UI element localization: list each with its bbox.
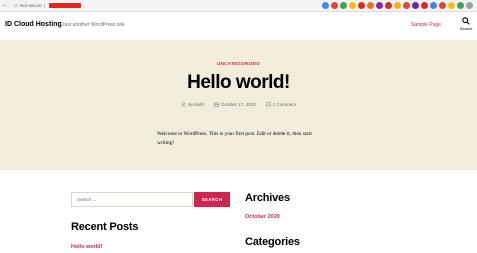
extension-icon[interactable]	[466, 2, 473, 9]
extension-icon[interactable]	[322, 2, 329, 9]
post-author: By kkdh	[181, 102, 204, 107]
extension-icon[interactable]	[430, 2, 437, 9]
archives-title: Archives	[245, 192, 290, 204]
user-icon	[181, 102, 186, 107]
search-toggle-button[interactable]: Search	[458, 17, 474, 31]
address-separator: |	[43, 3, 45, 8]
post-title[interactable]: Hello world!	[0, 72, 477, 94]
post-category[interactable]: UNCATEGORIZED	[0, 61, 477, 66]
extension-icon[interactable]	[358, 2, 365, 9]
site-header: ID Cloud Hosting Just another WordPress …	[0, 12, 477, 40]
recent-posts-title: Recent Posts	[71, 221, 139, 233]
extension-icon[interactable]	[439, 2, 446, 9]
extension-icon[interactable]	[367, 2, 374, 9]
comment-icon	[266, 102, 271, 107]
extension-icon[interactable]	[340, 2, 347, 9]
search-form: Search ... SEARCH	[71, 192, 230, 207]
post-content: Welcome to WordPress. This is your first…	[157, 131, 312, 146]
browser-toolbar: ← ⚠ Not secure |	[0, 0, 477, 12]
menu-item-sample-page[interactable]: Sample Page	[411, 22, 441, 28]
post-date-text[interactable]: October 17, 2020	[221, 102, 256, 107]
categories-title: Categories	[245, 236, 300, 248]
site-description: Just another WordPress site	[62, 22, 125, 28]
search-icon	[462, 17, 470, 25]
calendar-icon	[214, 102, 219, 107]
post-author-text[interactable]: By kkdh	[188, 102, 204, 107]
post-date: October 17, 2020	[214, 102, 256, 107]
browser-nav: ←	[2, 2, 11, 8]
security-label: Not secure	[20, 3, 42, 8]
post-comments-text[interactable]: 1 Comment	[273, 102, 296, 107]
warning-icon: ⚠	[14, 2, 19, 8]
extension-icon[interactable]	[448, 2, 455, 9]
search-submit-button[interactable]: SEARCH	[194, 192, 230, 207]
post-header: UNCATEGORIZED Hello world! By kkdh Octob…	[0, 40, 477, 170]
post-meta: By kkdh October 17, 2020 1 Comment	[0, 102, 477, 107]
extension-icon[interactable]	[394, 2, 401, 9]
archive-link[interactable]: October 2020	[245, 214, 280, 220]
extension-icon[interactable]	[385, 2, 392, 9]
extension-icon[interactable]	[412, 2, 419, 9]
extension-icon[interactable]	[349, 2, 356, 9]
extension-icon[interactable]	[376, 2, 383, 9]
search-input[interactable]: Search ...	[71, 192, 193, 207]
extension-icon[interactable]	[421, 2, 428, 9]
redacted-url	[48, 3, 81, 8]
post-comments: 1 Comment	[266, 102, 296, 107]
search-toggle-label: Search	[459, 26, 473, 31]
extension-icon[interactable]	[331, 2, 338, 9]
site-title[interactable]: ID Cloud Hosting	[5, 21, 62, 28]
address-bar[interactable]: ⚠ Not secure |	[14, 1, 334, 10]
recent-post-link[interactable]: Hello world!	[71, 244, 102, 250]
extensions-bar	[322, 2, 473, 9]
footer-widgets: Search ... SEARCH Recent Posts Hello wor…	[0, 170, 477, 253]
back-icon[interactable]: ←	[2, 2, 8, 8]
extension-icon[interactable]	[403, 2, 410, 9]
extension-icon[interactable]	[457, 2, 464, 9]
